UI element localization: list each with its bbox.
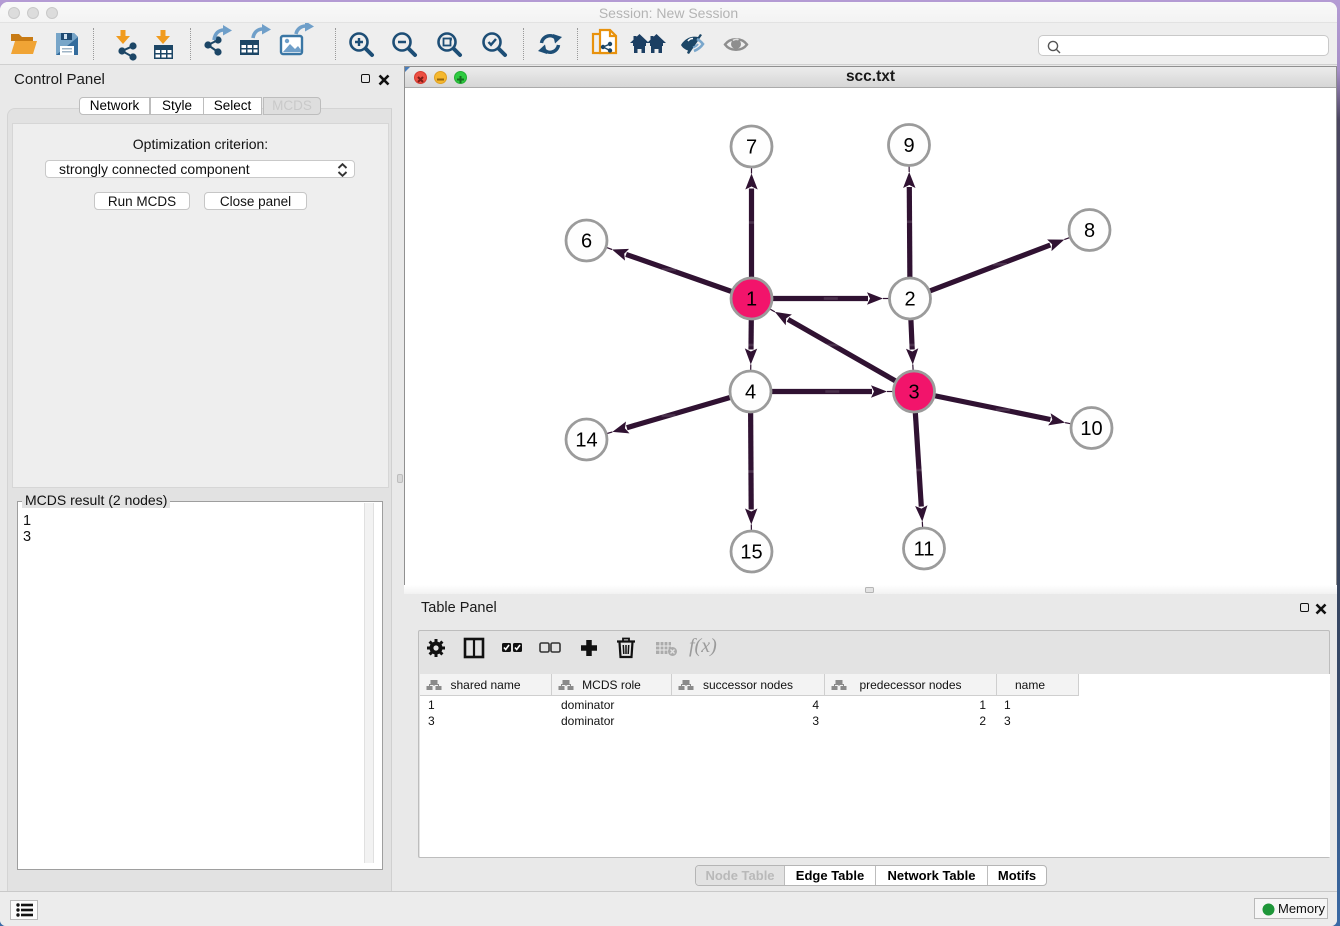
svg-text:7: 7 [746,137,757,159]
svg-text:2: 2 [904,289,915,311]
svg-text:11: 11 [914,539,935,561]
svg-text:15: 15 [740,542,762,564]
svg-text:3: 3 [908,382,919,404]
svg-text:f(x): f(x) [689,635,717,657]
svg-text:14: 14 [575,430,597,452]
svg-text:4: 4 [745,382,756,404]
svg-text:10: 10 [1080,418,1102,440]
svg-text:1: 1 [746,289,757,311]
svg-text:9: 9 [903,135,914,157]
svg-text:6: 6 [581,231,592,253]
svg-text:8: 8 [1084,220,1095,242]
